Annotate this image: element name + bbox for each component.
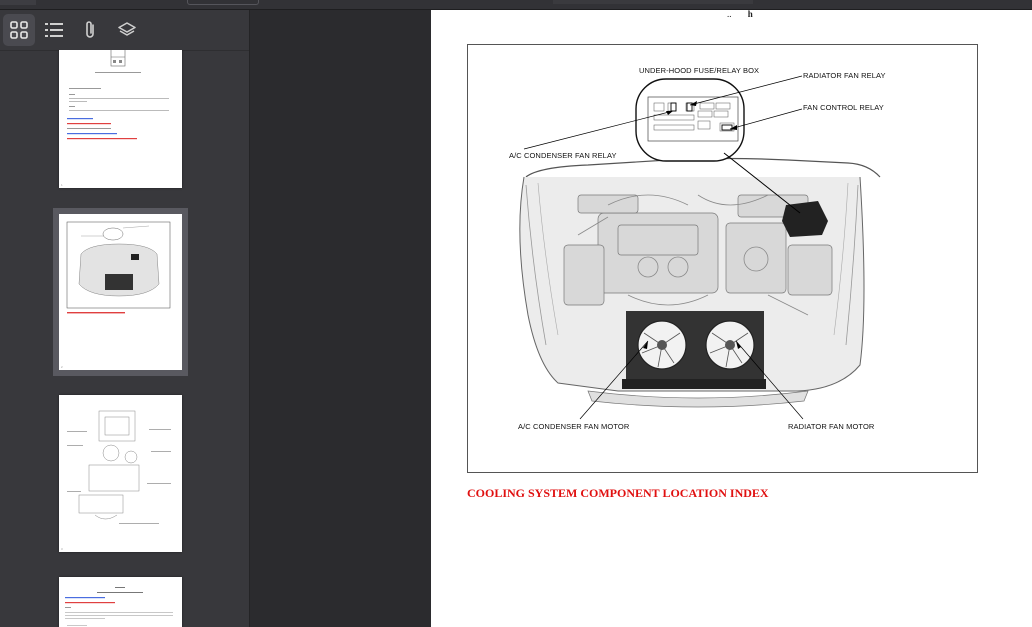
thumbnail-page-number: 1 <box>61 183 63 187</box>
list-icon <box>45 23 63 37</box>
thumbnail-content <box>66 221 171 314</box>
layers-button[interactable] <box>111 14 143 46</box>
thumbnail-content <box>65 587 173 626</box>
sidebar-toolbar <box>0 10 249 51</box>
thumbnail-page-number: 3 <box>61 547 63 551</box>
callout-radiator-fan-relay: RADIATOR FAN RELAY <box>803 71 886 80</box>
window-tab[interactable] <box>0 0 36 5</box>
thumbnail-list: 1 2 3 <box>0 50 249 627</box>
callout-ac-condenser-fan-relay: A/C CONDENSER FAN RELAY <box>509 151 617 160</box>
callout-fan-control-relay: FAN CONTROL RELAY <box>803 103 884 112</box>
page-thumbnail-selected[interactable]: 2 <box>53 208 188 376</box>
callout-fuse-box: UNDER-HOOD FUSE/RELAY BOX <box>639 66 760 75</box>
outline-button[interactable] <box>38 14 70 46</box>
page-header: .. h <box>727 10 753 19</box>
address-tab[interactable] <box>553 0 753 4</box>
callout-radiator-fan-motor: RADIATOR FAN MOTOR <box>788 422 875 431</box>
thumbnail-content <box>67 50 169 140</box>
thumbnail-page-number: 2 <box>61 365 63 369</box>
layers-icon <box>118 22 136 36</box>
header-dots: .. <box>727 10 732 19</box>
grid-icon <box>10 21 28 39</box>
toolbar-tab[interactable] <box>187 0 259 5</box>
engine-bay-illustration <box>519 75 881 420</box>
thumbnail-content <box>67 410 171 524</box>
header-letter: h <box>747 10 753 19</box>
document-background <box>250 10 431 627</box>
thumbnails-button[interactable] <box>3 14 35 46</box>
callout-ac-condenser-fan-motor: A/C CONDENSER FAN MOTOR <box>518 422 630 431</box>
engine-bay-figure: UNDER-HOOD FUSE/RELAY BOX RADIATOR FAN R… <box>467 44 978 473</box>
paperclip-icon <box>86 21 94 38</box>
page-thumbnail[interactable]: 3 <box>59 395 182 552</box>
top-bar <box>0 0 1032 10</box>
attachments-button[interactable] <box>74 14 106 46</box>
page-thumbnail[interactable]: 4 <box>59 577 182 627</box>
document-page: .. h UNDER-HOOD FUSE/RELAY BOX RADIATOR … <box>431 10 1032 627</box>
sidebar: 1 2 3 <box>0 10 250 627</box>
cooling-system-index-link[interactable]: COOLING SYSTEM COMPONENT LOCATION INDEX <box>467 486 769 501</box>
page-thumbnail[interactable]: 1 <box>59 50 182 188</box>
